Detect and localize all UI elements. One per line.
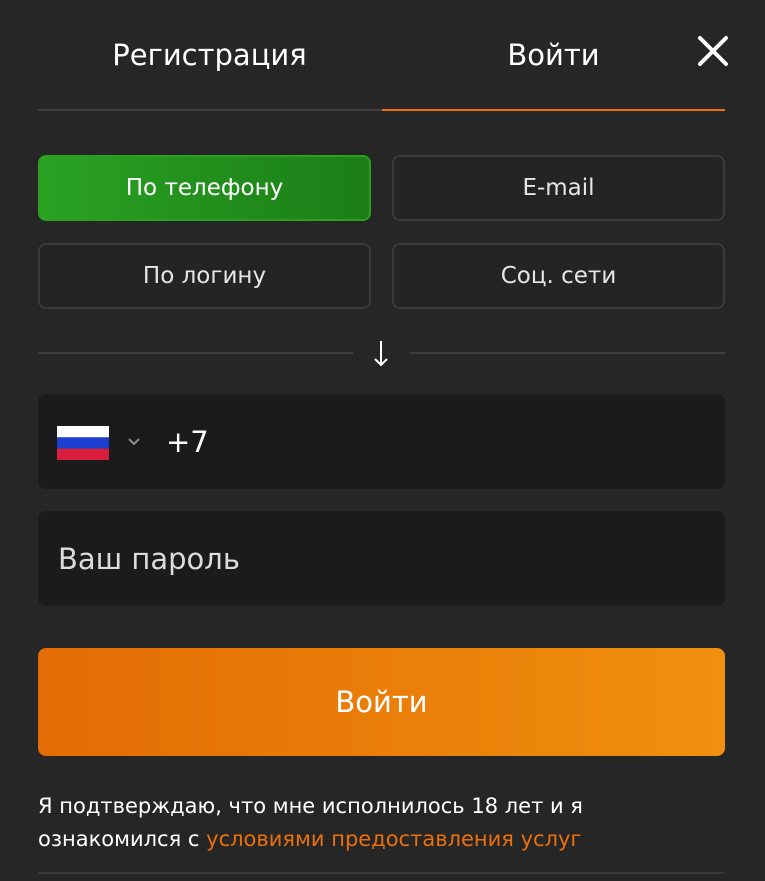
tab-login[interactable]: Войти (382, 38, 725, 72)
arrow-down-icon (374, 341, 388, 367)
close-button[interactable] (696, 34, 730, 68)
divider-right (410, 352, 725, 354)
login-submit-button[interactable]: Войти (38, 648, 725, 756)
bottom-divider (38, 872, 725, 874)
close-icon (698, 36, 728, 66)
tab-active-indicator (382, 109, 725, 111)
password-input[interactable] (58, 535, 698, 583)
terms-link[interactable]: условиями предоставления услуг (206, 827, 581, 851)
auth-tabs: Регистрация Войти (38, 0, 725, 112)
chevron-down-icon[interactable] (126, 436, 142, 448)
method-login-button[interactable]: По логину (38, 243, 371, 309)
phone-field (38, 394, 725, 489)
password-field (38, 511, 725, 606)
age-consent-text: Я подтверждаю, что мне исполнилось 18 ле… (38, 790, 725, 856)
phone-input[interactable] (166, 418, 696, 466)
method-phone-button[interactable]: По телефону (38, 155, 371, 221)
russia-flag-icon[interactable] (57, 426, 109, 460)
method-social-button[interactable]: Соц. сети (392, 243, 725, 309)
tab-register[interactable]: Регистрация (38, 38, 381, 72)
divider-left (38, 352, 353, 354)
method-email-button[interactable]: E-mail (392, 155, 725, 221)
